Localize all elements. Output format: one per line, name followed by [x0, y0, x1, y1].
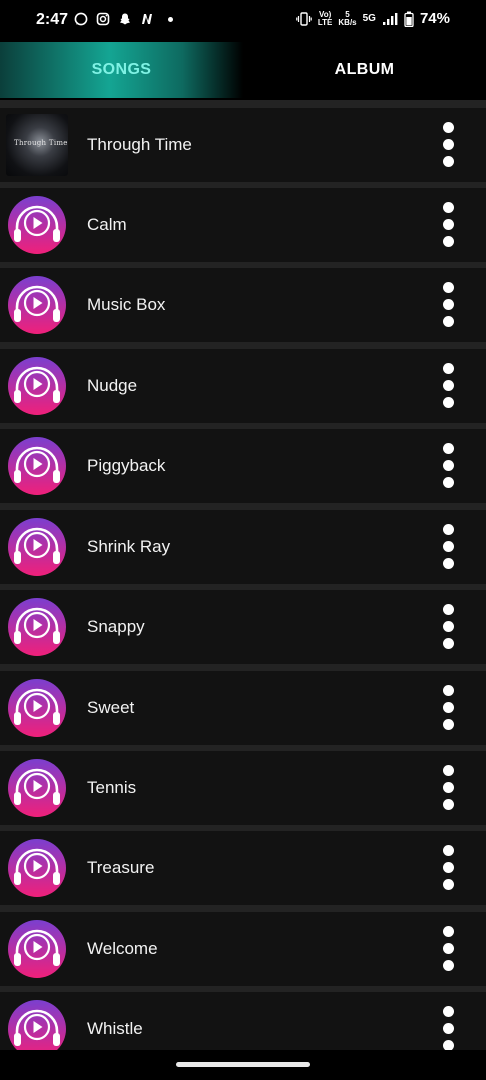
song-list[interactable]: Through Time Through Time Calm Music Box…	[0, 100, 486, 1050]
headphones-icon	[8, 1000, 66, 1050]
song-row[interactable]: Tennis	[0, 751, 486, 825]
album-art-photo: Through Time	[6, 114, 68, 176]
instagram-icon	[96, 12, 110, 26]
tab-bar: SONGS ALBUM	[0, 42, 486, 98]
gesture-nav-handle[interactable]	[176, 1062, 310, 1067]
volte-indicator: Vo) LTE	[317, 9, 333, 27]
tab-album[interactable]: ALBUM	[243, 42, 486, 98]
song-row[interactable]: Treasure	[0, 831, 486, 905]
network-speed: 5 KB/s	[338, 9, 357, 27]
headphones-icon	[8, 437, 66, 495]
more-options-icon[interactable]	[438, 685, 460, 731]
headphones-icon	[8, 839, 66, 897]
more-options-icon[interactable]	[438, 363, 460, 409]
song-title: Sweet	[87, 698, 135, 717]
song-row[interactable]: Through Time Through Time	[0, 108, 486, 182]
more-options-icon[interactable]	[438, 122, 460, 168]
song-title: Calm	[87, 215, 127, 234]
song-title: Through Time	[87, 135, 192, 154]
more-options-icon[interactable]	[438, 443, 460, 489]
song-title: Tennis	[87, 778, 137, 797]
more-options-icon[interactable]	[438, 524, 460, 570]
news-icon	[142, 14, 152, 24]
headphones-icon	[8, 679, 66, 737]
song-title: Snappy	[87, 617, 145, 636]
more-options-icon[interactable]	[438, 282, 460, 328]
more-options-icon[interactable]	[438, 765, 460, 811]
headphones-icon	[8, 518, 66, 576]
status-bar: 2:47 Vo) LTE 5 KB/s 5G 74%	[0, 0, 486, 40]
vibrate-icon	[296, 11, 312, 26]
song-title: Piggyback	[87, 456, 166, 475]
song-title: Whistle	[87, 1019, 143, 1038]
signal-icon	[382, 12, 398, 25]
more-options-icon[interactable]	[438, 1006, 460, 1050]
song-row[interactable]: Calm	[0, 188, 486, 262]
song-title: Nudge	[87, 376, 138, 395]
tab-songs[interactable]: SONGS	[0, 42, 243, 98]
snapchat-icon	[120, 13, 130, 25]
song-title: Music Box	[87, 295, 166, 314]
battery-icon	[404, 11, 414, 27]
song-title: Welcome	[87, 939, 158, 958]
system-icons: Vo) LTE 5 KB/s 5G 74%	[296, 10, 450, 27]
more-options-icon[interactable]	[438, 604, 460, 650]
headphones-icon	[8, 357, 66, 415]
headphones-icon	[8, 759, 66, 817]
network-type: 5G	[362, 13, 376, 24]
more-options-icon[interactable]	[438, 845, 460, 891]
whatsapp-icon	[74, 12, 88, 26]
song-row[interactable]: Piggyback	[0, 429, 486, 503]
more-options-icon[interactable]	[438, 926, 460, 972]
song-row[interactable]: Sweet	[0, 671, 486, 745]
song-title: Treasure	[87, 858, 155, 877]
headphones-icon	[8, 598, 66, 656]
song-title: Shrink Ray	[87, 537, 171, 556]
battery-percent: 74%	[419, 10, 450, 27]
more-options-icon[interactable]	[438, 202, 460, 248]
headphones-icon	[8, 276, 66, 334]
song-row[interactable]: Nudge	[0, 349, 486, 423]
song-row[interactable]: Music Box	[0, 268, 486, 342]
notification-icons	[74, 12, 173, 26]
song-row[interactable]: Whistle	[0, 992, 486, 1050]
status-time: 2:47	[36, 11, 69, 28]
song-row[interactable]: Welcome	[0, 912, 486, 986]
headphones-icon	[8, 920, 66, 978]
song-row[interactable]: Snappy	[0, 590, 486, 664]
headphones-icon	[8, 196, 66, 254]
song-row[interactable]: Shrink Ray	[0, 510, 486, 584]
more-notifications-dot	[168, 16, 173, 22]
